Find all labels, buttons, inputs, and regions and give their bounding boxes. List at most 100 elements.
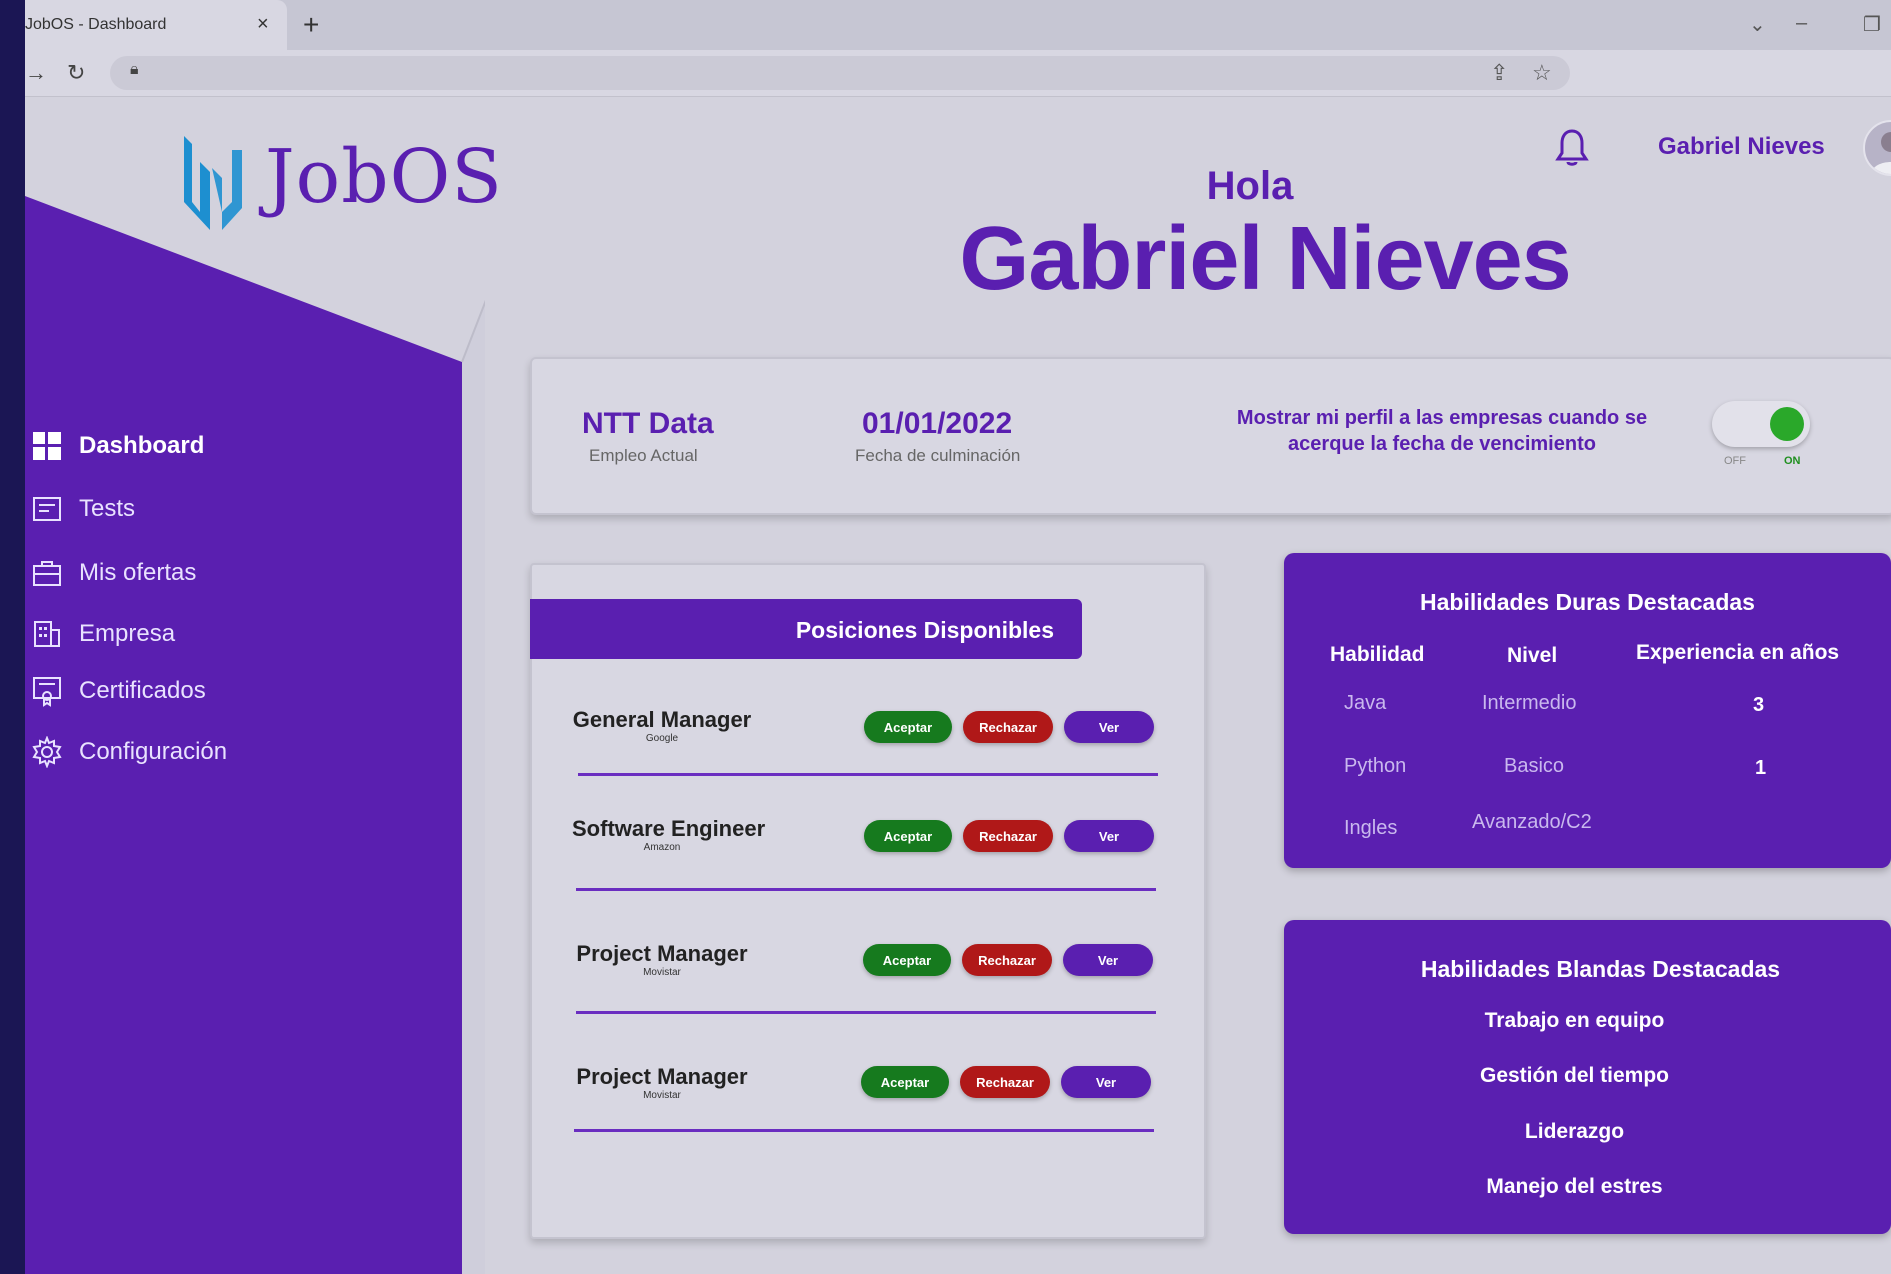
column-header-level: Nivel (1507, 644, 1558, 667)
skill-level: Intermedio (1482, 692, 1577, 714)
lock-icon[interactable]: 🔒︎ (130, 61, 139, 79)
share-icon[interactable]: ⇪ (1490, 60, 1508, 86)
tab-search-icon[interactable]: ⌄ (1749, 12, 1766, 37)
profile-visibility-toggle[interactable] (1712, 401, 1810, 447)
position-title: Project Manager (576, 941, 748, 966)
current-job-card: NTT Data Empleo Actual 01/01/2022 Fecha … (530, 357, 1891, 515)
accept-button[interactable]: Aceptar (864, 711, 952, 743)
toggle-off-label: OFF (1724, 455, 1746, 467)
view-button[interactable]: Ver (1064, 820, 1154, 852)
position-title: General Manager (572, 707, 752, 732)
sidebar-item-label: Empresa (79, 620, 176, 647)
sidebar-item-tests[interactable]: Tests (31, 489, 135, 529)
accept-button[interactable]: Aceptar (864, 820, 952, 852)
skill-level: Avanzado/C2 (1472, 811, 1592, 833)
soft-skills-card: Habilidades Blandas Destacadas Trabajo e… (1284, 920, 1891, 1234)
profile-visibility-message: Mostrar mi perfil a las empresas cuando … (1236, 407, 1648, 455)
list-item: Software Engineer Amazon Aceptar Rechaza… (532, 816, 1204, 926)
positions-header: Posiciones Disponibles (530, 599, 1082, 659)
positions-title: Posiciones Disponibles (795, 617, 1054, 643)
list-item: General Manager Google Aceptar Rechazar … (532, 707, 1204, 817)
position-company: Google (645, 733, 679, 744)
sidebar-item-certificados[interactable]: Certificados (31, 671, 206, 711)
avatar[interactable] (1863, 120, 1891, 176)
accept-button[interactable]: Aceptar (863, 944, 951, 976)
tests-icon (33, 497, 61, 521)
positions-card: Posiciones Disponibles General Manager G… (530, 563, 1206, 1239)
logo-text: JobOS (265, 134, 503, 220)
reject-button[interactable]: Rechazar (963, 711, 1053, 743)
view-button[interactable]: Ver (1064, 711, 1154, 743)
row-divider (576, 888, 1156, 891)
position-company: Movistar (643, 1090, 681, 1101)
certificate-icon (33, 677, 61, 707)
dashboard-icon (33, 432, 61, 460)
sidebar-item-label: Configuración (79, 738, 228, 765)
hard-skills-title: Habilidades Duras Destacadas (1420, 589, 1755, 615)
skill-name: Ingles (1344, 817, 1398, 839)
toggle-on-label: ON (1784, 455, 1801, 467)
row-divider (576, 1011, 1156, 1014)
end-date-caption: Fecha de culminación (855, 446, 1021, 465)
list-item: Project Manager Movistar Aceptar Rechaza… (532, 1064, 1204, 1174)
sidebar-item-configuracion[interactable]: Configuración (31, 732, 227, 772)
tab-title: JobOS - Dashboard (25, 16, 167, 33)
skill-name: Java (1344, 692, 1387, 714)
hard-skills-card: Habilidades Duras Destacadas Habilidad N… (1284, 553, 1891, 868)
sidebar-item-empresa[interactable]: Empresa (31, 614, 175, 654)
browser-tab[interactable]: JobOS - Dashboard × (25, 0, 287, 50)
sidebar-item-label: Mis ofertas (79, 559, 197, 586)
soft-skill-item: Trabajo en equipo (1484, 1009, 1665, 1032)
forward-icon[interactable]: → (25, 60, 47, 86)
soft-skill-item: Liderazgo (1524, 1120, 1625, 1143)
soft-skills-title: Habilidades Blandas Destacadas (1420, 956, 1781, 982)
row-divider (574, 1129, 1154, 1132)
column-header-skill: Habilidad (1330, 643, 1425, 666)
url-input[interactable]: 🔒︎ ⇪ ☆ (110, 56, 1570, 90)
skill-years: 1 (1755, 757, 1767, 779)
row-divider (578, 773, 1158, 776)
sidebar-item-label: Tests (79, 495, 136, 522)
tab-bar: JobOS - Dashboard × + ⌄ – ❐ (25, 0, 1891, 50)
sidebar-item-label: Certificados (79, 677, 206, 704)
gear-icon (32, 736, 62, 768)
sidebar-item-dashboard[interactable]: Dashboard (31, 426, 204, 466)
logo-icon (184, 136, 242, 230)
company-name: NTT Data (582, 407, 714, 440)
building-icon (34, 621, 60, 647)
sidebar: JobOS Dashboard Tests Mis ofertas Empres… (25, 96, 502, 1274)
restore-icon[interactable]: ❐ (1863, 12, 1881, 37)
list-item: Project Manager Movistar Aceptar Rechaza… (532, 941, 1204, 1051)
skill-name: Python (1344, 755, 1407, 777)
greeting: Hola (1206, 164, 1294, 208)
star-icon[interactable]: ☆ (1532, 60, 1552, 86)
position-title: Software Engineer (572, 816, 766, 841)
briefcase-icon (33, 561, 61, 586)
position-title: Project Manager (576, 1064, 748, 1089)
new-tab-icon[interactable]: + (303, 9, 319, 41)
browser-window: JobOS - Dashboard × + ⌄ – ❐ → ↻ 🔒︎ ⇪ ☆ J… (25, 0, 1891, 1274)
end-date: 01/01/2022 (862, 407, 1013, 440)
position-company: Amazon (643, 842, 681, 853)
address-bar: → ↻ 🔒︎ ⇪ ☆ (25, 50, 1891, 97)
view-button[interactable]: Ver (1063, 944, 1153, 976)
bell-icon[interactable] (1555, 128, 1589, 168)
page-title: Gabriel Nieves (959, 209, 1571, 309)
skill-years: 3 (1753, 694, 1765, 716)
reject-button[interactable]: Rechazar (963, 820, 1053, 852)
accept-button[interactable]: Aceptar (861, 1066, 949, 1098)
reject-button[interactable]: Rechazar (960, 1066, 1050, 1098)
skill-level: Basico (1504, 755, 1565, 777)
user-name[interactable]: Gabriel Nieves (1658, 133, 1825, 161)
minimize-icon[interactable]: – (1796, 12, 1807, 35)
reload-icon[interactable]: ↻ (67, 60, 85, 86)
company-caption: Empleo Actual (589, 446, 698, 465)
view-button[interactable]: Ver (1061, 1066, 1151, 1098)
close-tab-icon[interactable]: × (257, 13, 269, 36)
position-company: Movistar (643, 967, 681, 978)
soft-skill-item: Gestión del tiempo (1479, 1064, 1670, 1087)
sidebar-item-mis-ofertas[interactable]: Mis ofertas (31, 553, 196, 593)
sidebar-item-label: Dashboard (79, 432, 205, 459)
reject-button[interactable]: Rechazar (962, 944, 1052, 976)
column-header-experience: Experiencia en años (1636, 641, 1840, 664)
